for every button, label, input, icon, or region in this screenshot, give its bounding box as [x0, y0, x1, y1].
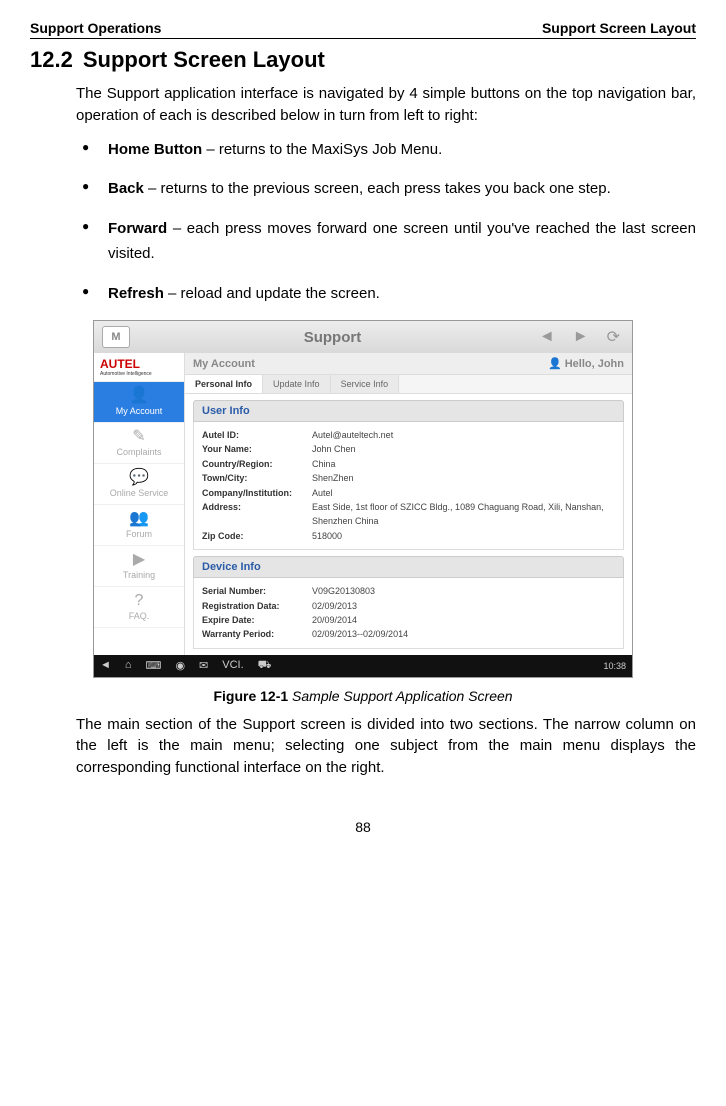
sidebar-item-forum[interactable]: 👥 Forum [94, 505, 184, 546]
account-bar-title: My Account [193, 358, 255, 370]
sidebar-item-faq[interactable]: ? FAQ. [94, 587, 184, 628]
people-icon: 👥 [96, 511, 182, 527]
account-user: 👤 Hello, John [548, 357, 624, 370]
table-row: Warranty Period:02/09/2013--02/09/2014 [202, 627, 615, 641]
figure-label: Figure 12-1 [213, 688, 288, 704]
sidebar-item-label: Online Service [110, 488, 169, 498]
table-row: Registration Data:02/09/2013 [202, 599, 615, 613]
screenshot: M Support ◄ ► ⟳ AUTEL Automotive Intelli… [93, 320, 633, 678]
intro-paragraph: The Support application interface is nav… [76, 83, 696, 127]
topbar-title: Support [140, 329, 525, 346]
screenshot-main: My Account 👤 Hello, John Personal Info U… [185, 353, 632, 655]
table-row: Country/Region:China [202, 457, 615, 471]
logo-subtitle: Automotive Intelligence [94, 371, 184, 382]
tabs: Personal Info Update Info Service Info [185, 375, 632, 394]
table-row: Expire Date:20/09/2014 [202, 613, 615, 627]
table-row: Address:East Side, 1st floor of SZICC Bl… [202, 500, 615, 529]
user-info-block: User Info Autel ID:Autel@auteltech.net Y… [193, 400, 624, 550]
pencil-icon: ✎ [96, 429, 182, 445]
screenshot-sidebar: AUTEL Automotive Intelligence 👤 My Accou… [94, 353, 185, 655]
sidebar-item-online-service[interactable]: 💬 Online Service [94, 464, 184, 505]
sidebar-item-complaints[interactable]: ✎ Complaints [94, 423, 184, 464]
tab-personal-info[interactable]: Personal Info [185, 375, 263, 393]
list-item: Home Button – returns to the MaxiSys Job… [76, 137, 696, 163]
screenshot-bottombar: ◄ ⌂ ⌨ ◉ ✉ VCI. ⛟ 10:38 [94, 655, 632, 677]
user-info-table: Autel ID:Autel@auteltech.net Your Name:J… [193, 422, 624, 550]
nav-recent-icon[interactable]: ⌨ [146, 659, 162, 673]
account-bar: My Account 👤 Hello, John [185, 353, 632, 375]
play-icon: ▶ [96, 552, 182, 568]
bullet-list: Home Button – returns to the MaxiSys Job… [76, 137, 696, 307]
sidebar-item-label: FAQ. [129, 611, 150, 621]
nav-vehicle-icon[interactable]: ⛟ [258, 659, 272, 673]
table-row: Serial Number:V09G20130803 [202, 584, 615, 598]
home-button-icon[interactable]: M [102, 326, 130, 348]
question-icon: ? [96, 593, 182, 609]
table-row: Autel ID:Autel@auteltech.net [202, 428, 615, 442]
nav-vci-icon[interactable]: VCI. [222, 659, 243, 673]
forward-icon[interactable]: ► [569, 328, 593, 346]
person-icon: 👤 [96, 388, 182, 404]
outro-paragraph: The main section of the Support screen i… [76, 714, 696, 779]
table-row: Zip Code:518000 [202, 529, 615, 543]
screenshot-topbar: M Support ◄ ► ⟳ [94, 321, 632, 353]
status-time: 10:38 [603, 661, 626, 671]
device-info-header: Device Info [193, 556, 624, 578]
page-number: 88 [30, 819, 696, 835]
list-item: Refresh – reload and update the screen. [76, 281, 696, 307]
sidebar-item-my-account[interactable]: 👤 My Account [94, 382, 184, 423]
figure-caption: Figure 12-1 Sample Support Application S… [93, 688, 633, 704]
figure: M Support ◄ ► ⟳ AUTEL Automotive Intelli… [93, 320, 633, 704]
sidebar-item-label: Forum [126, 529, 152, 539]
tab-update-info[interactable]: Update Info [263, 375, 331, 393]
sidebar-item-label: Training [123, 570, 155, 580]
nav-back-icon[interactable]: ◄ [100, 659, 111, 673]
sidebar-item-training[interactable]: ▶ Training [94, 546, 184, 587]
header-right: Support Screen Layout [542, 20, 696, 36]
section-number: 12.2 [30, 47, 73, 73]
list-item: Forward – each press moves forward one s… [76, 216, 696, 267]
table-row: Town/City:ShenZhen [202, 471, 615, 485]
section-title: Support Screen Layout [83, 47, 325, 72]
user-info-header: User Info [193, 400, 624, 422]
logo: AUTEL [94, 353, 184, 371]
nav-home-icon[interactable]: ⌂ [125, 659, 132, 673]
section-heading: 12.2 Support Screen Layout [30, 47, 696, 73]
sidebar-item-label: My Account [116, 406, 163, 416]
running-header: Support Operations Support Screen Layout [30, 20, 696, 39]
chat-icon: 💬 [96, 470, 182, 486]
back-icon[interactable]: ◄ [535, 328, 559, 346]
figure-text: Sample Support Application Screen [292, 688, 513, 704]
table-row: Company/Institution:Autel [202, 486, 615, 500]
list-item: Back – returns to the previous screen, e… [76, 176, 696, 202]
nav-mail-icon[interactable]: ✉ [199, 659, 208, 673]
header-left: Support Operations [30, 20, 161, 36]
device-info-block: Device Info Serial Number:V09G20130803 R… [193, 556, 624, 649]
refresh-icon[interactable]: ⟳ [603, 327, 624, 347]
nav-camera-icon[interactable]: ◉ [175, 659, 185, 673]
sidebar-item-label: Complaints [116, 447, 161, 457]
table-row: Your Name:John Chen [202, 442, 615, 456]
device-info-table: Serial Number:V09G20130803 Registration … [193, 578, 624, 649]
tab-service-info[interactable]: Service Info [331, 375, 400, 393]
